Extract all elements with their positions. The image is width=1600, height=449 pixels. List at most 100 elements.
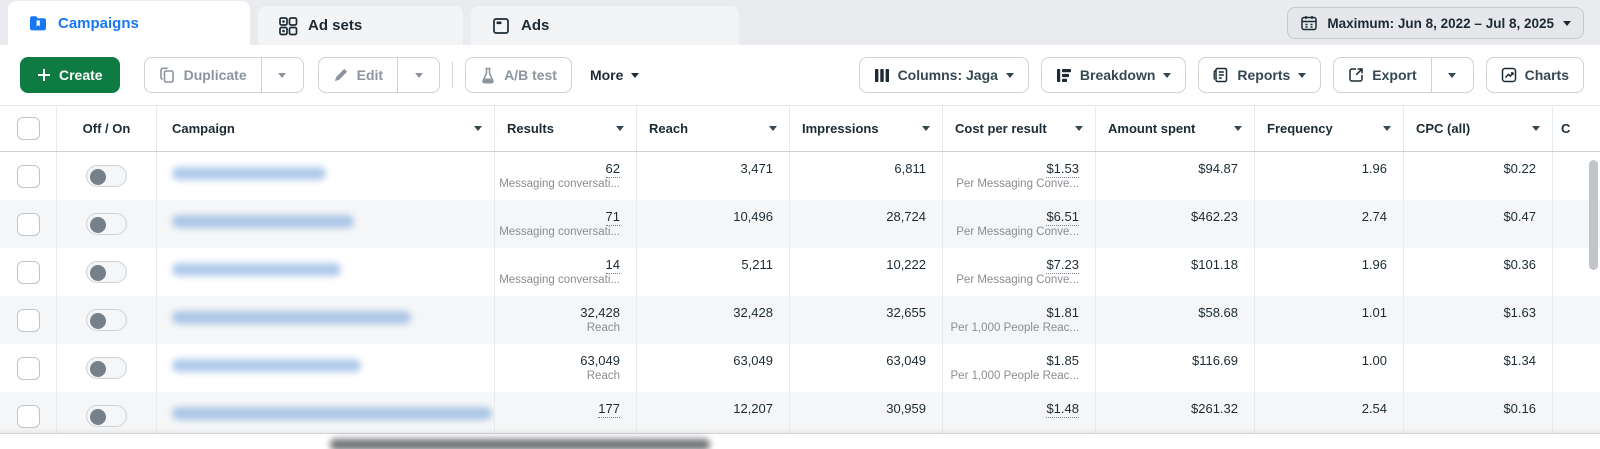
row-checkbox[interactable]: [16, 212, 40, 236]
cpc-value: $0.47: [1503, 209, 1536, 224]
results-cell: 32,428 Reach: [495, 296, 637, 344]
row-checkbox[interactable]: [16, 308, 40, 332]
header-impressions-label: Impressions: [802, 121, 879, 136]
header-next-partial[interactable]: C: [1553, 106, 1600, 151]
header-campaign[interactable]: Campaign: [157, 106, 495, 151]
row-toggle-cell: [57, 296, 157, 344]
vertical-scrollbar-thumb[interactable]: [1589, 160, 1598, 270]
chevron-down-icon: [278, 72, 287, 78]
frequency-value: 1.00: [1361, 353, 1387, 368]
date-range-selector[interactable]: Maximum: Jun 8, 2022 – Jul 8, 2025: [1287, 7, 1584, 39]
campaign-on-off-toggle[interactable]: [86, 165, 127, 187]
duplicate-dropdown-arrow[interactable]: [260, 58, 303, 92]
header-frequency[interactable]: Frequency: [1255, 106, 1404, 151]
row-checkbox[interactable]: [16, 260, 40, 284]
reach-value: 3,471: [740, 161, 773, 176]
header-impressions[interactable]: Impressions: [790, 106, 943, 151]
campaign-on-off-toggle[interactable]: [86, 261, 127, 283]
campaign-on-off-toggle[interactable]: [86, 309, 127, 331]
columns-button[interactable]: Columns: Jaga: [858, 57, 1029, 93]
export-dropdown-arrow[interactable]: [1430, 58, 1473, 92]
reach-cell: 5,211: [637, 248, 790, 296]
campaign-name-redacted[interactable]: [172, 167, 326, 180]
impressions-cell: 10,222: [790, 248, 943, 296]
sort-caret-icon: [616, 126, 624, 131]
campaign-name-cell: [157, 248, 495, 296]
amount-spent-value: $462.23: [1191, 209, 1238, 224]
campaign-name-redacted[interactable]: [172, 263, 341, 276]
impressions-cell: 63,049: [790, 344, 943, 392]
campaign-name-redacted[interactable]: [172, 359, 361, 372]
tab-ad-sets[interactable]: Ad sets: [258, 6, 463, 45]
frequency-cell: 1.96: [1255, 248, 1404, 296]
header-amount-spent-label: Amount spent: [1108, 121, 1196, 136]
results-metric-label: Reach: [586, 370, 620, 382]
breakdown-button[interactable]: Breakdown: [1040, 57, 1187, 93]
row-checkbox[interactable]: [16, 404, 40, 428]
header-off-on: Off / On: [57, 106, 157, 151]
header-results[interactable]: Results: [495, 106, 637, 151]
reports-button[interactable]: Reports: [1198, 57, 1322, 93]
amount-spent-value: $116.69: [1191, 353, 1238, 368]
campaign-name-cell: [157, 200, 495, 248]
charts-label: Charts: [1524, 67, 1569, 83]
header-reach[interactable]: Reach: [637, 106, 790, 151]
row-checkbox[interactable]: [16, 164, 40, 188]
charts-button[interactable]: Charts: [1485, 57, 1584, 93]
reach-cell: 10,496: [637, 200, 790, 248]
header-amount-spent[interactable]: Amount spent: [1096, 106, 1255, 151]
create-label: Create: [59, 67, 103, 83]
cpc-value: $1.34: [1503, 353, 1536, 368]
duplicate-button[interactable]: Duplicate: [145, 58, 261, 92]
campaign-name-redacted[interactable]: [172, 407, 492, 420]
cost-per-result-value: $7.23: [1046, 257, 1079, 274]
campaign-on-off-toggle[interactable]: [86, 213, 127, 235]
reach-cell: 3,471: [637, 152, 790, 200]
date-range-label: Maximum: Jun 8, 2022 – Jul 8, 2025: [1327, 15, 1554, 31]
cost-per-result-value: $1.48: [1046, 401, 1079, 418]
reports-icon: [1213, 67, 1228, 83]
impressions-value: 32,655: [886, 305, 926, 320]
tab-ads[interactable]: Ads: [471, 6, 739, 45]
columns-label: Columns: Jaga: [897, 67, 998, 83]
tab-strip: Campaigns Ad sets Ads Maximum: Jun 8, 20…: [0, 0, 1600, 45]
export-button[interactable]: Export: [1334, 58, 1430, 92]
campaign-on-off-toggle[interactable]: [86, 405, 127, 427]
header-cost-per-result[interactable]: Cost per result: [943, 106, 1096, 151]
select-all-checkbox[interactable]: [16, 117, 40, 140]
header-cpc-all[interactable]: CPC (all): [1404, 106, 1553, 151]
header-frequency-label: Frequency: [1267, 121, 1333, 136]
frequency-value: 1.01: [1361, 305, 1387, 320]
create-button[interactable]: Create: [20, 57, 120, 93]
results-value: 71: [605, 209, 620, 226]
toggle-knob: [90, 168, 106, 185]
amount-spent-cell: $116.69: [1096, 344, 1255, 392]
sort-caret-icon: [922, 126, 930, 131]
next-column-partial-cell: [1553, 296, 1600, 344]
breakdown-label: Breakdown: [1079, 67, 1156, 83]
cost-per-result-cell: $1.85 Per 1,000 People Reac...: [943, 344, 1096, 392]
campaign-name-redacted[interactable]: [172, 215, 354, 228]
more-button[interactable]: More: [580, 67, 649, 83]
reach-value: 32,428: [733, 305, 773, 320]
plus-icon: [38, 69, 50, 81]
results-cell: 14 Messaging conversati...: [495, 248, 637, 296]
edit-dropdown-arrow[interactable]: [397, 58, 439, 92]
chevron-down-icon: [414, 72, 423, 78]
impressions-cell: 6,811: [790, 152, 943, 200]
campaign-name-redacted[interactable]: [172, 311, 411, 324]
campaign-name-cell: [157, 344, 495, 392]
tab-ad-sets-label: Ad sets: [308, 17, 363, 34]
ab-test-button[interactable]: A/B test: [465, 57, 572, 93]
chevron-down-icon: [1448, 72, 1457, 78]
tab-campaigns[interactable]: Campaigns: [8, 1, 250, 45]
reach-value: 63,049: [733, 353, 773, 368]
edit-button[interactable]: Edit: [319, 58, 397, 92]
row-checkbox[interactable]: [16, 356, 40, 380]
campaign-on-off-toggle[interactable]: [86, 357, 127, 379]
cost-per-result-cell: $1.81 Per 1,000 People Reac...: [943, 296, 1096, 344]
more-label: More: [589, 67, 624, 83]
cpc-cell: $0.47: [1404, 200, 1553, 248]
reach-cell: 32,428: [637, 296, 790, 344]
summary-text-redacted: [330, 439, 710, 449]
